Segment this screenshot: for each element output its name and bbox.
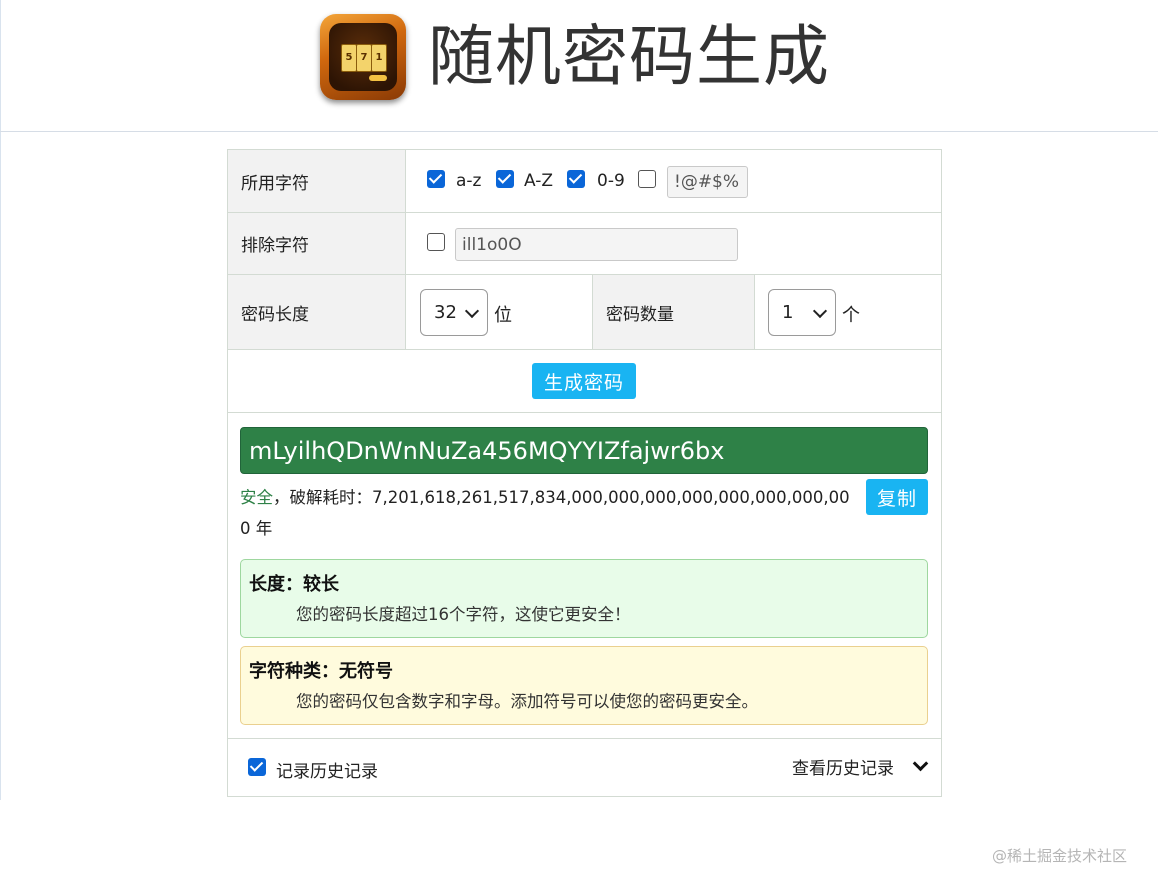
slot-machine-icon: 5 7 1: [320, 14, 406, 100]
length-count-row: 密码长度 32 位 密码数量 1 个: [228, 275, 941, 350]
count-label: 密码数量: [592, 275, 755, 349]
generated-password[interactable]: mLyilhQDnWnNuZa456MQYYIZfajwr6bx: [240, 427, 928, 474]
password-settings-table: 所用字符 a-z A-Z 0-9 !@#$% 排除字符 ill1o0O 密码长度…: [227, 149, 942, 797]
generate-password-button[interactable]: 生成密码: [532, 363, 636, 399]
uppercase-checkbox[interactable]: [496, 170, 514, 188]
charset-tip-text: 您的密码仅包含数字和字母。添加符号可以使您的密码更安全。: [296, 692, 758, 711]
length-unit: 位: [494, 305, 512, 326]
chars-row: 所用字符 a-z A-Z 0-9 !@#$%: [228, 150, 941, 213]
chevron-down-icon: [812, 303, 828, 319]
exclude-row: 排除字符 ill1o0O: [228, 213, 941, 275]
lowercase-label: a-z: [456, 171, 482, 191]
charset-tip-title: 字符种类：无符号: [249, 661, 393, 682]
watermark: @稀土掘金技术社区: [992, 847, 1128, 865]
header: 5 7 1 随机密码生成: [0, 0, 1158, 132]
record-history-label: 记录历史记录: [276, 762, 378, 782]
symbols-input[interactable]: !@#$%: [667, 166, 748, 198]
length-tip-title: 长度：较长: [249, 574, 339, 595]
strength-info: 安全，破解耗时：7,201,618,261,517,834,000,000,00…: [240, 482, 852, 544]
digits-label: 0-9: [597, 171, 625, 191]
history-divider: [228, 738, 941, 739]
length-tip-text: 您的密码长度超过16个字符，这使它更安全！: [296, 605, 631, 624]
length-select-value: 32: [434, 302, 457, 323]
page-title: 随机密码生成: [428, 18, 830, 95]
count-unit: 个: [842, 305, 860, 326]
length-select[interactable]: 32: [420, 289, 488, 336]
crack-time: ，破解耗时：7,201,618,261,517,834,000,000,000,…: [240, 488, 850, 538]
exclude-checkbox[interactable]: [427, 233, 445, 251]
count-select[interactable]: 1: [768, 289, 836, 336]
digits-checkbox[interactable]: [567, 170, 585, 188]
exclude-input[interactable]: ill1o0O: [455, 228, 738, 261]
copy-button[interactable]: 复制: [866, 479, 928, 515]
length-label: 密码长度: [228, 275, 406, 349]
symbols-checkbox[interactable]: [638, 170, 656, 188]
view-history-link[interactable]: 查看历史记录: [792, 754, 894, 779]
safety-status: 安全: [240, 488, 273, 507]
uppercase-label: A-Z: [524, 171, 554, 191]
record-history-checkbox[interactable]: [248, 758, 266, 776]
chars-label: 所用字符: [228, 150, 406, 212]
lowercase-checkbox[interactable]: [427, 170, 445, 188]
generate-row: 生成密码: [228, 350, 941, 413]
chevron-down-icon: [464, 303, 480, 319]
count-select-value: 1: [782, 302, 794, 323]
exclude-label: 排除字符: [228, 213, 406, 274]
chevron-down-icon[interactable]: [912, 755, 929, 772]
length-tip: 长度：较长 您的密码长度超过16个字符，这使它更安全！: [240, 559, 928, 638]
charset-tip: 字符种类：无符号 您的密码仅包含数字和字母。添加符号可以使您的密码更安全。: [240, 646, 928, 725]
